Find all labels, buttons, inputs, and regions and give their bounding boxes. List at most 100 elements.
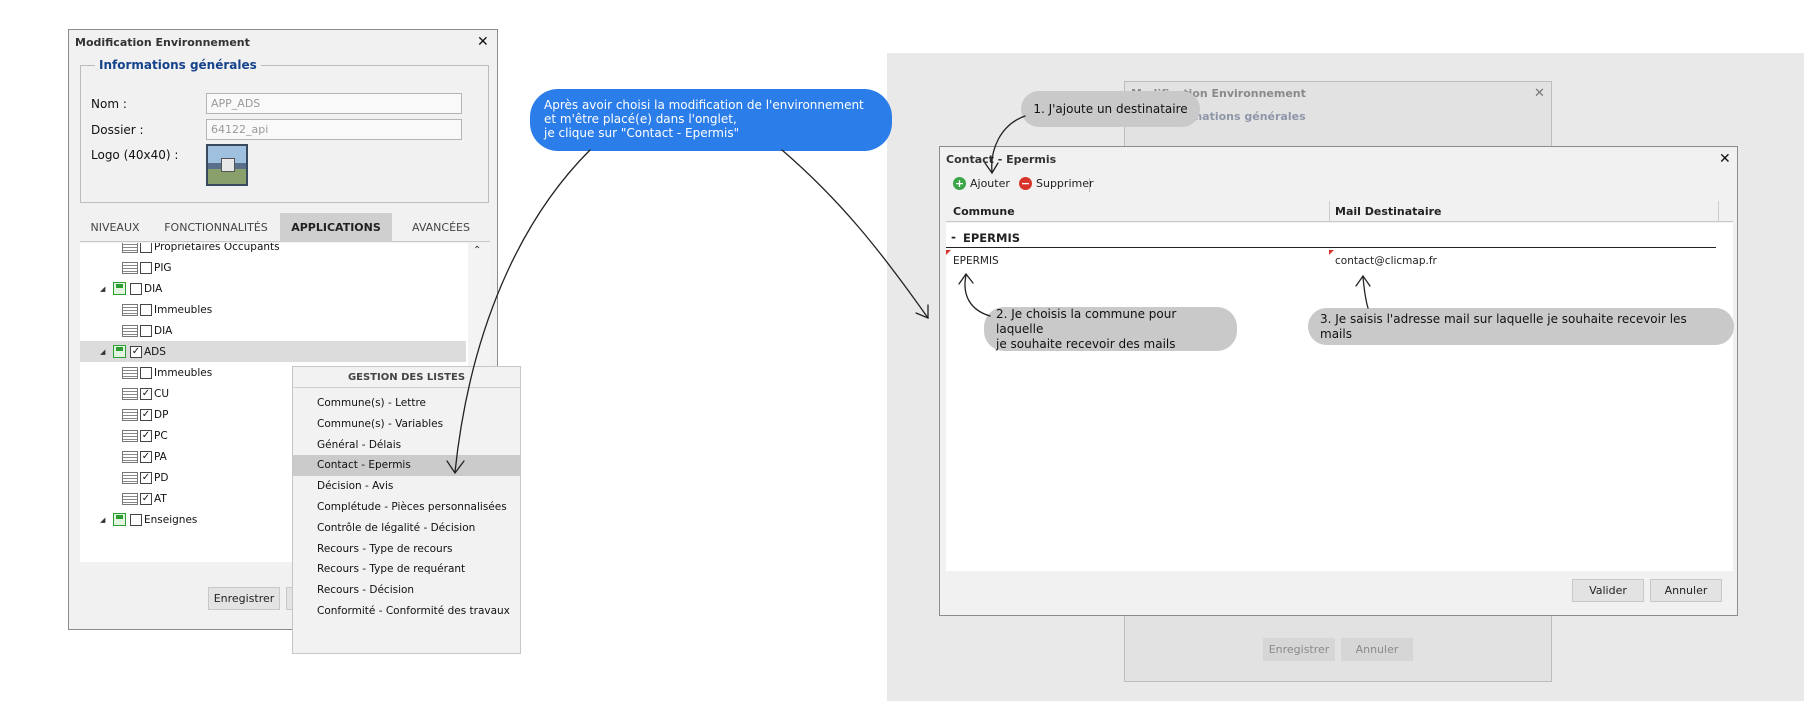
save-button[interactable]: Enregistrer (208, 587, 280, 610)
list-icon (122, 387, 138, 400)
close-icon[interactable]: ✕ (477, 35, 489, 49)
checkbox[interactable] (140, 243, 152, 253)
checkbox[interactable] (140, 324, 152, 337)
column-header-commune[interactable]: Commune (953, 205, 1015, 218)
step2-line-2: je souhaite recevoir des mails (996, 336, 1176, 351)
tab-applications[interactable]: APPLICATIONS (280, 213, 392, 242)
list-icon (122, 261, 138, 274)
expand-icon[interactable]: ◢ (100, 516, 110, 524)
tree-leaf-row[interactable]: PIG (80, 257, 466, 278)
tree-group-row[interactable]: ◢ ✓ ADS (80, 341, 466, 362)
group-collapse-icon[interactable]: - (951, 230, 956, 244)
checkbox[interactable]: ✓ (140, 429, 152, 442)
delete-label: Supprimer (1036, 177, 1094, 190)
expand-icon[interactable]: ◢ (100, 348, 110, 356)
tree-item-label: CU (154, 387, 170, 400)
save-disk-icon (113, 282, 126, 295)
delete-button[interactable]: − Supprimer (1019, 177, 1094, 190)
menu-item-conformite[interactable]: Conformité - Conformité des travaux (293, 601, 520, 622)
menu-item-communes-variables[interactable]: Commune(s) - Variables (293, 414, 520, 435)
column-header-mail[interactable]: Mail Destinataire (1335, 205, 1442, 218)
list-icon (122, 243, 138, 253)
checkbox[interactable]: ✓ (140, 471, 152, 484)
dialog-title: Contact - Epermis (946, 153, 1057, 166)
list-icon (122, 429, 138, 442)
tree-item-label: DIA (144, 282, 163, 295)
tree-leaf-row[interactable]: Immeubles (80, 299, 466, 320)
intro-line-2: et m'être placé(e) dans l'onglet, (544, 112, 737, 126)
instruction-bubble-step2: 2. Je choisis la commune pour laquelle j… (984, 307, 1237, 351)
expand-icon[interactable]: ◢ (100, 285, 110, 293)
checkbox[interactable]: ✓ (140, 387, 152, 400)
grid-header: Commune Mail Destinataire (946, 201, 1733, 222)
tree-item-label: DP (154, 408, 169, 421)
tab-avancees[interactable]: AVANCÉES (398, 213, 484, 242)
instruction-bubble-step3: 3. Je saisis l'adresse mail sur laquelle… (1308, 308, 1734, 345)
checkbox[interactable]: ✓ (140, 408, 152, 421)
menu-item-controle-legalite[interactable]: Contrôle de légalité - Décision (293, 518, 520, 539)
list-icon (122, 450, 138, 463)
list-icon (122, 366, 138, 379)
checkbox[interactable]: ✓ (130, 345, 142, 358)
checkbox[interactable] (140, 303, 152, 316)
dossier-label: Dossier : (91, 123, 144, 137)
tab-fonctionnalites[interactable]: FONCTIONNALITÉS (154, 213, 278, 242)
list-icon (122, 471, 138, 484)
intro-line-1: Après avoir choisi la modification de l'… (544, 98, 864, 112)
dialog-close-icon[interactable]: ✕ (1719, 152, 1731, 166)
background-save-button: Enregistrer (1263, 638, 1335, 661)
menu-item-completude[interactable]: Complétude - Pièces personnalisées (293, 497, 520, 518)
checkbox[interactable] (130, 513, 142, 526)
menu-item-communes-lettre[interactable]: Commune(s) - Lettre (293, 393, 520, 414)
nom-label: Nom : (91, 97, 127, 111)
menu-item-decision-avis[interactable]: Décision - Avis (293, 476, 520, 497)
checkbox[interactable]: ✓ (140, 450, 152, 463)
column-divider-end (1718, 201, 1719, 222)
nom-input[interactable]: APP_ADS (206, 93, 462, 114)
tree-leaf-row[interactable]: DIA (80, 320, 466, 341)
intro-line-3: je clique sur "Contact - Epermis" (544, 126, 740, 140)
delete-icon: − (1019, 177, 1032, 190)
save-disk-icon (113, 513, 126, 526)
tree-item-label: Enseignes (144, 513, 198, 526)
checkbox[interactable] (140, 366, 152, 379)
list-icon (122, 408, 138, 421)
tree-item-label: PA (154, 450, 167, 463)
tree-leaf-row[interactable]: Propriétaires Occupants (80, 243, 466, 257)
scroll-up-icon[interactable]: ⌃ (473, 245, 481, 256)
logo-building-shape (221, 158, 235, 172)
instruction-bubble-intro: Après avoir choisi la modification de l'… (530, 89, 892, 151)
add-icon: + (953, 177, 966, 190)
dialog-cancel-button[interactable]: Annuler (1650, 579, 1722, 602)
cell-commune[interactable]: EPERMIS (953, 255, 999, 267)
tree-item-label: PC (154, 429, 168, 442)
validate-button[interactable]: Valider (1572, 579, 1644, 602)
tree-item-label: Immeubles (154, 303, 213, 316)
group-header-epermis[interactable]: - EPERMIS (946, 228, 1716, 248)
menu-item-recours-type[interactable]: Recours - Type de recours (293, 539, 520, 560)
tree-group-row[interactable]: ◢ DIA (80, 278, 466, 299)
add-label: Ajouter (970, 177, 1010, 190)
menu-item-contact-epermis[interactable]: Contact - Epermis (293, 455, 520, 477)
grid-row[interactable]: EPERMIS contact@clicmap.fr (946, 250, 1716, 270)
list-icon (122, 303, 138, 316)
context-menu-title: GESTION DES LISTES (293, 367, 520, 388)
cell-mail[interactable]: contact@clicmap.fr (1335, 255, 1437, 267)
checkbox[interactable]: ✓ (140, 492, 152, 505)
background-cancel-button: Annuler (1341, 638, 1413, 661)
menu-item-recours-requerant[interactable]: Recours - Type de requérant (293, 559, 520, 580)
tree-item-label: DIA (154, 324, 173, 337)
add-button[interactable]: + Ajouter (953, 177, 1010, 190)
context-menu-items: Commune(s) - Lettre Commune(s) - Variabl… (293, 388, 520, 622)
checkbox[interactable] (130, 282, 142, 295)
tab-bar: NIVEAUX FONCTIONNALITÉS APPLICATIONS AVA… (80, 213, 490, 242)
tab-niveaux[interactable]: NIVEAUX (80, 213, 150, 242)
dirty-marker (946, 250, 951, 255)
menu-item-recours-decision[interactable]: Recours - Décision (293, 580, 520, 601)
menu-item-general-delais[interactable]: Général - Délais (293, 435, 520, 456)
list-icon (122, 324, 138, 337)
checkbox[interactable] (140, 261, 152, 274)
logo-image[interactable] (206, 144, 248, 186)
dossier-input[interactable]: 64122_api (206, 119, 462, 140)
tree-item-label: Propriétaires Occupants (154, 243, 280, 253)
